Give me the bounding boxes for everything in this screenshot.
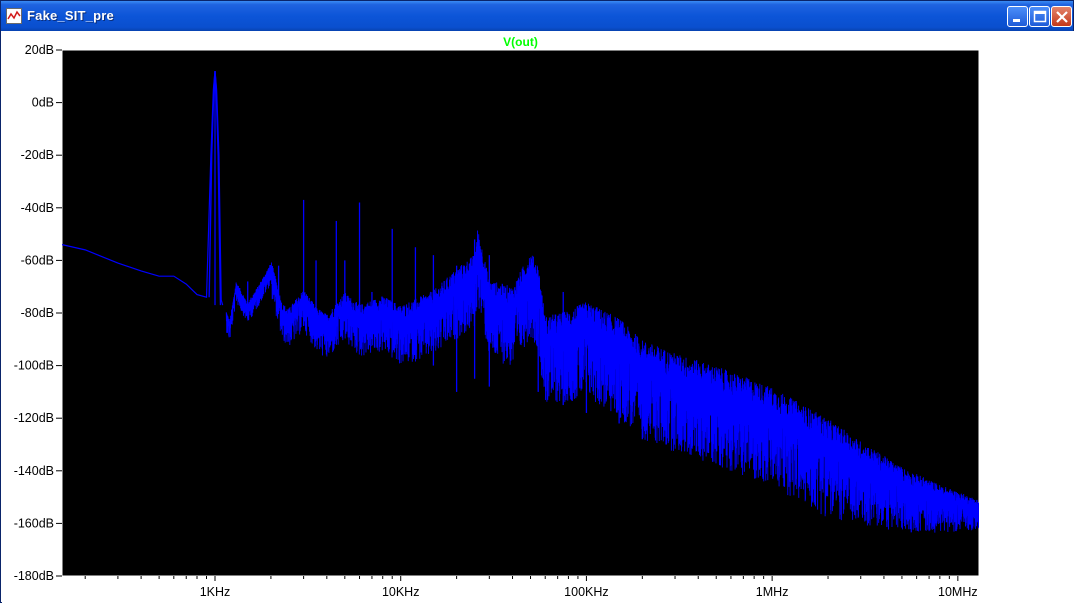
x-tick-label: 1MHz <box>756 585 789 599</box>
x-tick-label: 100KHz <box>564 585 608 599</box>
minimize-icon <box>1013 19 1020 22</box>
trace-label: V(out) <box>503 35 538 49</box>
maximize-button[interactable] <box>1029 6 1050 27</box>
waveform-icon <box>6 8 22 24</box>
plot-pane[interactable]: V(out) 20dB 0dB -20dB -40dB -60dB -80dB -100dB -… <box>2 31 1074 603</box>
y-tick-label: 0dB <box>32 96 54 110</box>
y-tick-label: -40dB <box>21 201 54 215</box>
y-tick-label: -60dB <box>21 253 54 267</box>
y-tick-label: -160dB <box>14 516 54 530</box>
y-tick-label: -140dB <box>14 464 54 478</box>
y-tick-label: 20dB <box>25 43 54 57</box>
y-tick-label: -80dB <box>21 306 54 320</box>
y-tick-label: -180dB <box>14 569 54 583</box>
minimize-button[interactable] <box>1007 6 1028 27</box>
x-tick-label: 10KHz <box>382 585 420 599</box>
waveform-chart[interactable]: V(out) 20dB 0dB -20dB -40dB -60dB -80dB -100dB -… <box>2 31 1074 603</box>
y-tick-label: -100dB <box>14 359 54 373</box>
y-tick-label: -120dB <box>14 411 54 425</box>
y-tick-label: -20dB <box>21 148 54 162</box>
maximize-icon <box>1033 10 1047 23</box>
x-tick-label: 1KHz <box>200 585 231 599</box>
x-tick-label: 10MHz <box>938 585 978 599</box>
app-window: Fake_SIT_pre V(out) 20dB 0dB -20dB -40dB -60d… <box>0 0 1074 603</box>
title-bar[interactable]: Fake_SIT_pre <box>1 1 1073 31</box>
close-button[interactable] <box>1051 6 1072 27</box>
close-icon <box>1056 11 1068 23</box>
window-title: Fake_SIT_pre <box>27 8 114 23</box>
